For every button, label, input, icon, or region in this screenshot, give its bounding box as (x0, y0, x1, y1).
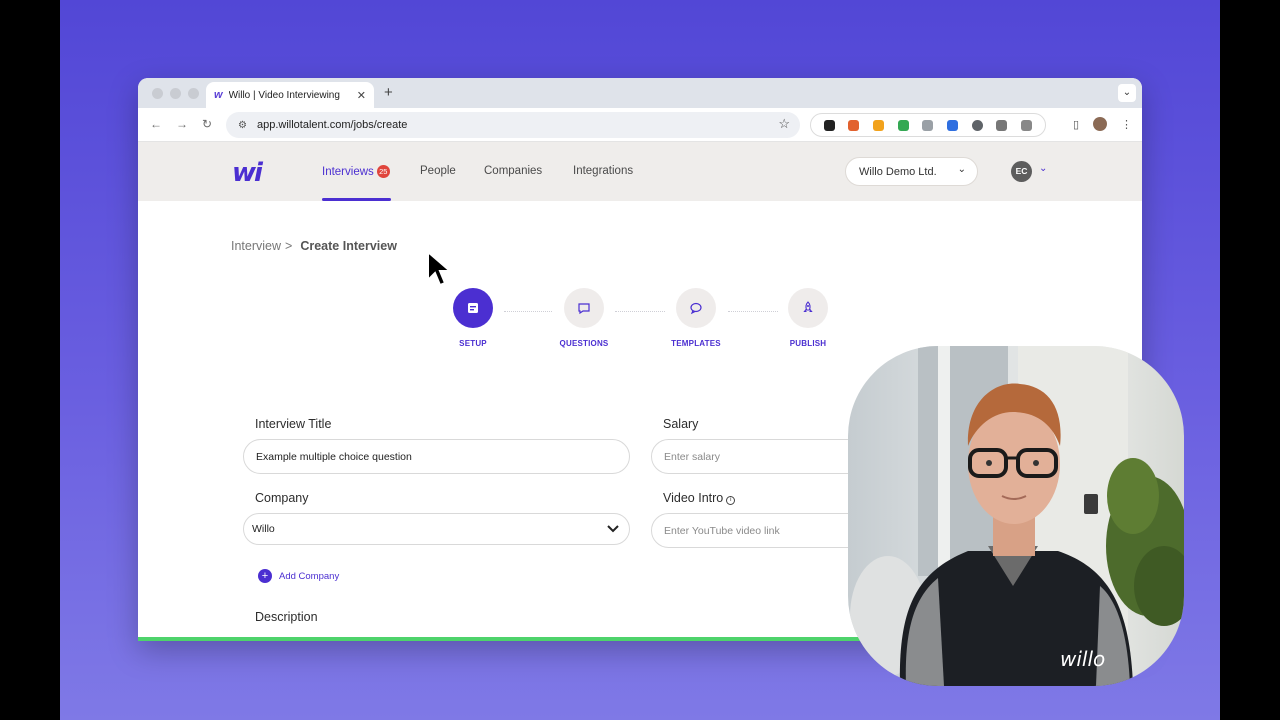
video-intro-label: Video Intro i (663, 491, 736, 505)
step-label: SETUP (459, 339, 487, 348)
presenter-video: willo (850, 346, 1184, 686)
salary-placeholder: Enter salary (664, 450, 721, 463)
add-company-label: Add Company (279, 570, 340, 582)
browser-toolbar: ← → ↻ ⚙ app.willotalent.com/jobs/create … (138, 108, 1142, 142)
more-menu-icon[interactable]: ⋮ (1121, 118, 1132, 131)
google-drive-icon[interactable] (897, 119, 909, 131)
description-label: Description (255, 610, 318, 624)
window-controls (152, 88, 199, 99)
chevron-down-icon: ⌄ (957, 164, 966, 175)
info-icon[interactable]: i (726, 496, 736, 505)
browser-tab[interactable]: w Willo | Video Interviewing ✕ (206, 82, 374, 108)
site-info-icon[interactable]: ⚙ (238, 120, 247, 131)
camera-icon[interactable] (996, 119, 1008, 131)
sidepanel-icon[interactable]: ▯ (1073, 118, 1079, 131)
step-connector (728, 311, 778, 312)
url-text: app.willotalent.com/jobs/create (256, 119, 408, 131)
close-window-button[interactable] (152, 88, 163, 99)
video-intro-placeholder: Enter YouTube video link (664, 524, 780, 537)
profile-avatar[interactable] (1093, 117, 1107, 131)
step-label: TEMPLATES (671, 339, 721, 348)
webcam-overlay: willo (848, 346, 1184, 686)
chevron-down-icon (607, 524, 619, 536)
extensions-bar (810, 113, 1046, 137)
step-questions[interactable]: QUESTIONS (560, 288, 608, 348)
interview-title-value: Example multiple choice question (256, 450, 412, 463)
shirt-logo: willo (1060, 647, 1105, 671)
rocket-icon (788, 288, 828, 328)
nav-integrations[interactable]: Integrations (573, 165, 633, 177)
tab-strip: w Willo | Video Interviewing ✕ + ⌄ (138, 78, 1142, 108)
bookmark-star-icon[interactable]: ☆ (778, 116, 790, 132)
speed-icon[interactable] (971, 119, 983, 131)
extension-icon[interactable] (873, 119, 885, 131)
nav-companies[interactable]: Companies (484, 165, 542, 177)
forward-icon[interactable]: → (176, 117, 188, 131)
user-avatar[interactable]: EC (1011, 161, 1032, 182)
salary-label: Salary (663, 417, 699, 431)
new-tab-button[interactable]: + (384, 84, 393, 101)
setup-icon (453, 288, 493, 328)
step-connector (504, 311, 552, 312)
interviews-count-badge: 25 (376, 165, 390, 178)
mouse-cursor-icon (426, 249, 453, 293)
step-templates[interactable]: TEMPLATES (671, 288, 721, 348)
breadcrumb-current: Create Interview (300, 239, 397, 253)
tab-title: Willo | Video Interviewing (228, 89, 340, 101)
nav-interviews[interactable]: Interviews 25 (322, 165, 390, 178)
active-nav-indicator (322, 198, 391, 201)
willo-logo[interactable]: wi (232, 158, 263, 188)
user-menu-chevron-icon[interactable]: ⌄ (1039, 163, 1047, 174)
favicon-icon: w (214, 89, 223, 101)
app-navbar: wi Interviews 25 People Companies Integra… (138, 142, 1142, 201)
maximize-window-button[interactable] (188, 88, 199, 99)
company-select[interactable]: Willo (243, 513, 630, 545)
company-label: Company (255, 491, 309, 505)
toolbar-right: ▯ ⋮ (1073, 117, 1132, 131)
step-publish[interactable]: PUBLISH (788, 288, 828, 348)
minimize-window-button[interactable] (170, 88, 181, 99)
video-intro-label-text: Video Intro (663, 491, 724, 505)
interview-title-input[interactable]: Example multiple choice question (243, 439, 630, 474)
plus-icon: + (258, 569, 272, 583)
step-label: QUESTIONS (559, 339, 609, 348)
interview-title-label: Interview Title (255, 417, 332, 431)
step-label: PUBLISH (789, 339, 827, 348)
step-setup[interactable]: SETUP (453, 288, 493, 348)
extension-icon[interactable] (823, 119, 835, 131)
company-switcher[interactable]: Willo Demo Ltd. ⌄ (845, 157, 978, 186)
puzzle-icon[interactable] (1021, 119, 1033, 131)
back-icon[interactable]: ← (150, 117, 162, 131)
add-company-button[interactable]: + Add Company (258, 569, 339, 583)
breadcrumb: Interview > Create Interview (231, 239, 397, 253)
tab-close-icon[interactable]: ✕ (357, 89, 366, 102)
chat-square-icon (564, 288, 604, 328)
chat-bubble-icon (676, 288, 716, 328)
extension-icon[interactable] (947, 119, 959, 131)
tab-search-chevron-icon[interactable]: ⌄ (1118, 84, 1136, 102)
nav-interviews-label: Interviews (322, 166, 374, 178)
breadcrumb-separator: > (285, 239, 293, 253)
step-connector (615, 311, 665, 312)
extension-icon[interactable] (922, 119, 934, 131)
company-select-value: Willo (252, 523, 275, 535)
extension-icon[interactable] (848, 119, 860, 131)
address-bar[interactable]: ⚙ app.willotalent.com/jobs/create ☆ (226, 112, 800, 138)
nav-people[interactable]: People (420, 165, 456, 177)
breadcrumb-parent[interactable]: Interview (231, 239, 281, 253)
reload-icon[interactable]: ↻ (202, 117, 212, 131)
company-switcher-label: Willo Demo Ltd. (859, 165, 937, 178)
